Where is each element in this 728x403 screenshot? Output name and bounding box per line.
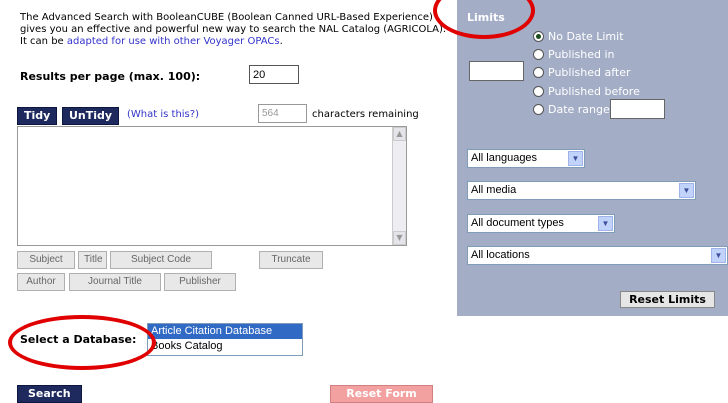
results-per-page-label: Results per page (max. 100): — [20, 70, 201, 83]
adapted-opacs-link[interactable]: adapted for use with other Voyager OPACs — [67, 36, 280, 47]
query-textarea[interactable]: ▲ ▼ — [17, 126, 407, 246]
limits-title: Limits — [467, 11, 505, 24]
characters-remaining-label: characters remaining — [312, 109, 419, 120]
textarea-scrollbar[interactable]: ▲ ▼ — [392, 127, 406, 245]
chevron-down-icon[interactable]: ▼ — [679, 183, 694, 198]
radio-label-published-before: Published before — [548, 84, 640, 98]
subject-button[interactable]: Subject — [17, 251, 75, 269]
chevron-down-icon[interactable]: ▼ — [568, 151, 583, 166]
chevron-down-icon[interactable]: ▼ — [711, 248, 726, 263]
radio-label-published-after: Published after — [548, 65, 631, 79]
date-range-input[interactable] — [610, 99, 665, 119]
reset-form-button[interactable]: Reset Form — [330, 385, 433, 403]
search-button[interactable]: Search — [17, 385, 82, 403]
author-button[interactable]: Author — [17, 273, 65, 291]
select-database-label: Select a Database: — [20, 333, 137, 346]
intro-end: . — [279, 36, 283, 47]
subject-code-button[interactable]: Subject Code — [110, 251, 212, 269]
publisher-button[interactable]: Publisher — [164, 273, 236, 291]
radio-icon[interactable] — [533, 103, 544, 115]
characters-remaining-counter — [258, 104, 307, 123]
radio-published-before[interactable]: Published before — [533, 83, 640, 99]
radio-icon[interactable] — [533, 85, 544, 97]
what-is-this-link[interactable]: (What is this?) — [127, 109, 199, 120]
radio-no-date-limit[interactable]: No Date Limit — [533, 28, 624, 44]
radio-label-date-range: Date range — [548, 102, 610, 116]
radio-date-range[interactable]: Date range — [533, 101, 610, 117]
journal-title-button[interactable]: Journal Title — [69, 273, 161, 291]
radio-published-after[interactable]: Published after — [533, 64, 630, 80]
radio-label-published-in: Published in — [548, 47, 615, 61]
radio-label-no-date-limit: No Date Limit — [548, 29, 624, 43]
scroll-down-icon[interactable]: ▼ — [393, 231, 406, 245]
intro-text: The Advanced Search with BooleanCUBE (Bo… — [20, 12, 448, 48]
database-option-books-catalog[interactable]: Books Catalog — [148, 339, 302, 354]
untidy-button[interactable]: UnTidy — [62, 107, 120, 125]
language-select[interactable]: All languages ▼ — [467, 149, 585, 168]
location-select-value: All locations — [471, 249, 530, 261]
radio-icon[interactable] — [533, 48, 544, 60]
title-button[interactable]: Title — [78, 251, 107, 269]
database-listbox[interactable]: Article Citation Database Books Catalog — [147, 323, 303, 356]
radio-published-in[interactable]: Published in — [533, 46, 614, 62]
database-option-article-citation[interactable]: Article Citation Database — [148, 324, 302, 339]
reset-limits-button[interactable]: Reset Limits — [620, 291, 715, 308]
media-select-value: All media — [471, 184, 517, 196]
radio-selected-icon[interactable] — [533, 30, 544, 42]
location-select[interactable]: All locations ▼ — [467, 246, 728, 265]
results-per-page-input[interactable] — [249, 65, 299, 84]
chevron-down-icon[interactable]: ▼ — [598, 216, 613, 231]
radio-icon[interactable] — [533, 66, 544, 78]
year-input[interactable] — [469, 61, 524, 81]
scroll-up-icon[interactable]: ▲ — [393, 127, 406, 141]
document-type-select[interactable]: All document types ▼ — [467, 214, 615, 233]
media-select[interactable]: All media ▼ — [467, 181, 696, 200]
language-select-value: All languages — [471, 152, 538, 164]
tidy-button[interactable]: Tidy — [17, 107, 58, 125]
truncate-button[interactable]: Truncate — [259, 251, 323, 269]
document-type-select-value: All document types — [471, 217, 564, 229]
